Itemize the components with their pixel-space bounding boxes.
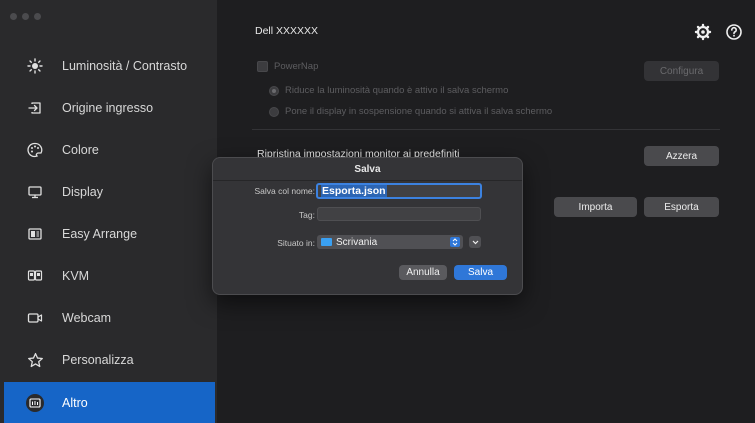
sidebar-item-label: KVM — [62, 269, 90, 283]
help-icon[interactable] — [725, 23, 743, 41]
tags-label: Tag: — [298, 210, 315, 220]
sidebar-item-label: Origine ingresso — [62, 101, 154, 115]
radio-sleep-display-label: Pone il display in sospensione quando si… — [285, 106, 553, 117]
sidebar-item-label: Display — [62, 185, 103, 199]
sidebar-item-personalize[interactable]: Personalizza — [4, 340, 215, 380]
sidebar-item-easy-arrange[interactable]: Easy Arrange — [4, 214, 215, 254]
sidebar-item-label: Easy Arrange — [62, 227, 138, 241]
layout-icon — [24, 223, 46, 245]
reset-button[interactable]: Azzera — [644, 146, 719, 166]
dialog-title: Salva — [213, 158, 522, 181]
sidebar-item-label: Personalizza — [62, 353, 134, 367]
location-label: Situato in: — [277, 238, 315, 248]
save-as-value: Esporta.json — [321, 185, 387, 197]
radio-sleep-display-row[interactable]: Pone il display in sospensione quando si… — [269, 106, 552, 117]
kvm-icon — [24, 265, 46, 287]
sidebar: Luminosità / Contrasto Origine ingresso … — [0, 0, 217, 423]
divider — [252, 129, 720, 130]
sidebar-item-label: Altro — [62, 395, 88, 410]
gear-icon[interactable] — [694, 23, 712, 41]
star-icon — [24, 349, 46, 371]
window-minimize-dot[interactable] — [22, 13, 29, 20]
sidebar-item-label: Webcam — [62, 311, 112, 325]
powernap-label: PowerNap — [274, 61, 319, 72]
sidebar-item-brightness-contrast[interactable]: Luminosità / Contrasto — [4, 46, 215, 86]
configure-button[interactable]: Configura — [644, 61, 719, 81]
export-button[interactable]: Esporta — [644, 197, 719, 217]
sidebar-item-webcam[interactable]: Webcam — [4, 298, 215, 338]
radio-sleep-display[interactable] — [269, 106, 279, 117]
radio-dim-brightness-label: Riduce la luminosità quando è attivo il … — [285, 85, 509, 96]
chevron-updown-icon — [450, 237, 460, 247]
window-title: Dell XXXXXX — [255, 25, 319, 37]
save-button[interactable]: Salva — [454, 265, 507, 280]
radio-dim-brightness-row[interactable]: Riduce la luminosità quando è attivo il … — [269, 85, 508, 96]
sidebar-item-label: Colore — [62, 143, 99, 157]
monitor-icon — [24, 181, 46, 203]
sidebar-item-display[interactable]: Display — [4, 172, 215, 212]
location-value: Scrivania — [336, 236, 378, 248]
input-source-icon — [24, 97, 46, 119]
save-dialog: Salva Salva col nome: Esporta.json Tag: … — [212, 157, 523, 295]
sidebar-item-input-source[interactable]: Origine ingresso — [4, 88, 215, 128]
location-select[interactable]: Scrivania — [317, 235, 463, 249]
sidebar-item-color[interactable]: Colore — [4, 130, 215, 170]
sidebar-item-kvm[interactable]: KVM — [4, 256, 215, 296]
save-as-label: Salva col nome: — [254, 186, 315, 196]
radio-dim-brightness[interactable] — [269, 85, 279, 96]
window-zoom-dot[interactable] — [34, 13, 41, 20]
window-close-dot[interactable] — [10, 13, 17, 20]
sun-icon — [24, 55, 46, 77]
import-button[interactable]: Importa — [554, 197, 637, 217]
powernap-checkbox-row[interactable]: PowerNap — [257, 61, 318, 72]
other-icon — [24, 392, 46, 414]
tags-input[interactable] — [317, 207, 481, 221]
expand-button[interactable] — [469, 236, 481, 248]
sidebar-item-label: Luminosità / Contrasto — [62, 59, 188, 73]
cancel-button[interactable]: Annulla — [399, 265, 447, 280]
folder-icon — [321, 238, 332, 246]
powernap-checkbox[interactable] — [257, 61, 268, 72]
app-window: Luminosità / Contrasto Origine ingresso … — [0, 0, 755, 423]
color-palette-icon — [24, 139, 46, 161]
sidebar-item-other[interactable]: Altro — [4, 382, 215, 423]
webcam-icon — [24, 307, 46, 329]
save-as-input[interactable]: Esporta.json — [316, 183, 482, 199]
